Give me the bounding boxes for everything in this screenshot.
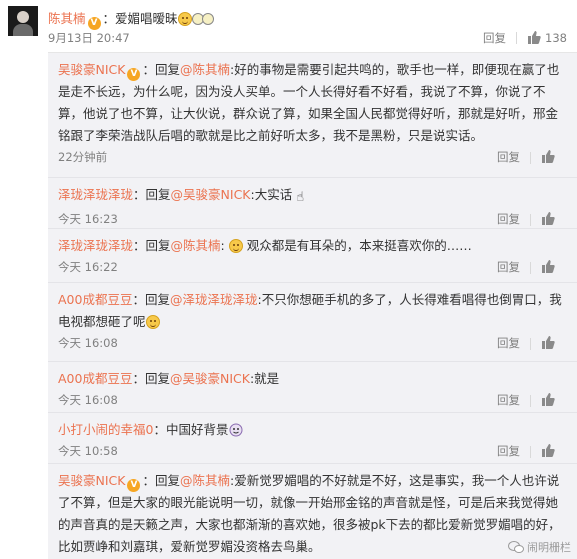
reply-actions: 回复 bbox=[497, 443, 559, 459]
thumbs-up-icon[interactable] bbox=[541, 444, 555, 457]
reply-author-link[interactable]: 吴骏豪NICK bbox=[58, 62, 125, 77]
post-like-button[interactable]: 138 bbox=[527, 31, 567, 45]
smile-emoji-icon bbox=[228, 239, 243, 253]
reply-prefix: ：回复 bbox=[133, 238, 171, 253]
mention-link[interactable]: @陈其楠 bbox=[180, 473, 230, 488]
pointing-hand-icon: ☝ bbox=[296, 190, 305, 205]
reply-prefix: ：回复 bbox=[132, 292, 170, 307]
verified-badge-icon: V bbox=[87, 17, 101, 30]
reply-actions: 回复 bbox=[497, 259, 559, 275]
wechat-logo-icon bbox=[508, 541, 524, 553]
reply-author-link[interactable]: 泽珑泽珑泽珑 bbox=[58, 238, 133, 253]
replies-list: 吴骏豪NICK V ：回复@陈其楠:好的事物是需要引起共鸣的，歌手也一样，即便现在赢… bbox=[48, 52, 577, 559]
mention-link[interactable]: @吴骏豪NICK bbox=[171, 187, 251, 202]
verified-badge-icon: V bbox=[127, 68, 141, 81]
mention-link[interactable]: @陈其楠 bbox=[180, 62, 230, 77]
reply-prefix: ： bbox=[153, 422, 166, 437]
mention-link[interactable]: @陈其楠 bbox=[171, 238, 221, 253]
divider bbox=[530, 337, 531, 350]
divider bbox=[516, 32, 518, 44]
divider bbox=[530, 261, 531, 274]
post-header: 陈其楠 V ：爱媚唱暧昧 bbox=[48, 8, 214, 30]
reply-prefix: ：回复 bbox=[142, 473, 180, 488]
reply-item: 泽珑泽珑泽珑：回复@吴骏豪NICK:大实话 ☝ 今天 16:23 回复 bbox=[48, 178, 577, 229]
wow-emoji-icon bbox=[191, 13, 214, 25]
reply-button[interactable]: 回复 bbox=[497, 444, 520, 458]
colon: : bbox=[220, 238, 229, 253]
smile-emoji-icon bbox=[145, 315, 160, 329]
reply-item: 吴骏豪NICK V ：回复@陈其楠:爱新觉罗媚唱的不好就是不好，这是事实，我一个人也… bbox=[48, 464, 577, 559]
divider bbox=[530, 213, 531, 226]
reply-button[interactable]: 回复 bbox=[497, 336, 520, 350]
reply-time: 今天 10:58 bbox=[58, 444, 118, 458]
reply-text: 小打小闹的幸福0：中国好背景 bbox=[58, 419, 567, 441]
reply-text: 泽珑泽珑泽珑：回复@陈其楠: 观众都是有耳朵的，本来挺喜欢你的…… bbox=[58, 235, 567, 257]
reply-button[interactable]: 回复 bbox=[497, 260, 520, 274]
post-colon: ： bbox=[102, 11, 116, 26]
reply-time: 今天 16:22 bbox=[58, 260, 118, 274]
mention-link[interactable]: @吴骏豪NICK bbox=[170, 371, 250, 386]
reply-prefix: ：回复 bbox=[133, 187, 171, 202]
reply-button[interactable]: 回复 bbox=[497, 393, 520, 407]
reply-text: 吴骏豪NICK V ：回复@陈其楠:好的事物是需要引起共鸣的，歌手也一样，即便现在赢… bbox=[58, 59, 567, 147]
reply-author-link[interactable]: 吴骏豪NICK bbox=[58, 473, 125, 488]
reply-time: 今天 16:08 bbox=[58, 393, 118, 407]
thumbs-up-icon[interactable] bbox=[541, 393, 555, 406]
divider bbox=[530, 394, 531, 407]
reply-body: :就是 bbox=[249, 371, 280, 386]
thumbs-up-icon[interactable] bbox=[541, 260, 555, 273]
divider bbox=[530, 151, 531, 164]
reply-item: 泽珑泽珑泽珑：回复@陈其楠: 观众都是有耳朵的，本来挺喜欢你的…… 今天 16:… bbox=[48, 229, 577, 283]
reply-body: 中国好背景 bbox=[165, 422, 229, 437]
reply-author-link[interactable]: 小打小闹的幸福0 bbox=[58, 422, 153, 437]
smile-emoji-icon bbox=[177, 12, 192, 26]
reply-actions: 回复 bbox=[497, 392, 559, 408]
watermark: 闹明栅栏 bbox=[508, 539, 571, 555]
reply-button[interactable]: 回复 bbox=[497, 150, 520, 164]
reply-time: 22分钟前 bbox=[58, 150, 108, 164]
reply-actions: 回复 bbox=[497, 335, 559, 351]
reply-actions: 回复 bbox=[497, 211, 559, 227]
reply-time: 今天 16:23 bbox=[58, 212, 118, 226]
post-author-link[interactable]: 陈其楠 bbox=[48, 11, 86, 26]
reply-prefix: ：回复 bbox=[132, 371, 170, 386]
post-text: 爱媚唱暧昧 bbox=[115, 11, 178, 26]
main-post: 陈其楠 V ：爱媚唱暧昧 9月13日 20:47 回复 138 bbox=[0, 0, 577, 52]
reply-item: A00成都豆豆：回复@泽珑泽珑泽珑:不只你想砸手机的多了，人长得难看唱得也倒胃口… bbox=[48, 283, 577, 362]
post-date: 9月13日 20:47 bbox=[48, 31, 130, 45]
reply-item: 吴骏豪NICK V ：回复@陈其楠:好的事物是需要引起共鸣的，歌手也一样，即便现在赢… bbox=[48, 53, 577, 178]
thumbs-up-icon[interactable] bbox=[541, 150, 555, 163]
reply-text: A00成都豆豆：回复@泽珑泽珑泽珑:不只你想砸手机的多了，人长得难看唱得也倒胃口… bbox=[58, 289, 567, 333]
reply-item: 小打小闹的幸福0：中国好背景 今天 10:58 回复 bbox=[48, 413, 577, 464]
post-reply-button[interactable]: 回复 bbox=[483, 30, 506, 46]
like-count: 138 bbox=[545, 31, 567, 45]
thumbs-up-icon[interactable] bbox=[541, 336, 555, 349]
verified-badge-icon: V bbox=[127, 479, 141, 492]
thumbs-up-icon bbox=[528, 31, 541, 44]
avatar[interactable] bbox=[8, 6, 38, 36]
reply-button[interactable]: 回复 bbox=[497, 212, 520, 226]
reply-author-link[interactable]: A00成都豆豆 bbox=[58, 371, 132, 386]
mention-link[interactable]: @泽珑泽珑泽珑 bbox=[170, 292, 258, 307]
sticker-icon bbox=[229, 423, 242, 437]
reply-text: 泽珑泽珑泽珑：回复@吴骏豪NICK:大实话 ☝ bbox=[58, 184, 567, 209]
reply-body: 观众都是有耳朵的，本来挺喜欢你的…… bbox=[246, 238, 472, 253]
reply-author-link[interactable]: A00成都豆豆 bbox=[58, 292, 132, 307]
post-actions: 回复 138 bbox=[483, 30, 567, 46]
reply-text: 吴骏豪NICK V ：回复@陈其楠:爱新觉罗媚唱的不好就是不好，这是事实，我一个人也… bbox=[58, 470, 567, 558]
watermark-text: 闹明栅栏 bbox=[527, 541, 571, 554]
reply-author-link[interactable]: 泽珑泽珑泽珑 bbox=[58, 187, 133, 202]
reply-body: :大实话 bbox=[250, 187, 293, 202]
divider bbox=[530, 445, 531, 458]
reply-actions: 回复 bbox=[497, 149, 559, 165]
reply-time: 今天 16:08 bbox=[58, 336, 118, 350]
reply-text: A00成都豆豆：回复@吴骏豪NICK:就是 bbox=[58, 368, 567, 390]
reply-item: A00成都豆豆：回复@吴骏豪NICK:就是 今天 16:08 回复 bbox=[48, 362, 577, 413]
thumbs-up-icon[interactable] bbox=[541, 212, 555, 225]
reply-prefix: ：回复 bbox=[142, 62, 180, 77]
